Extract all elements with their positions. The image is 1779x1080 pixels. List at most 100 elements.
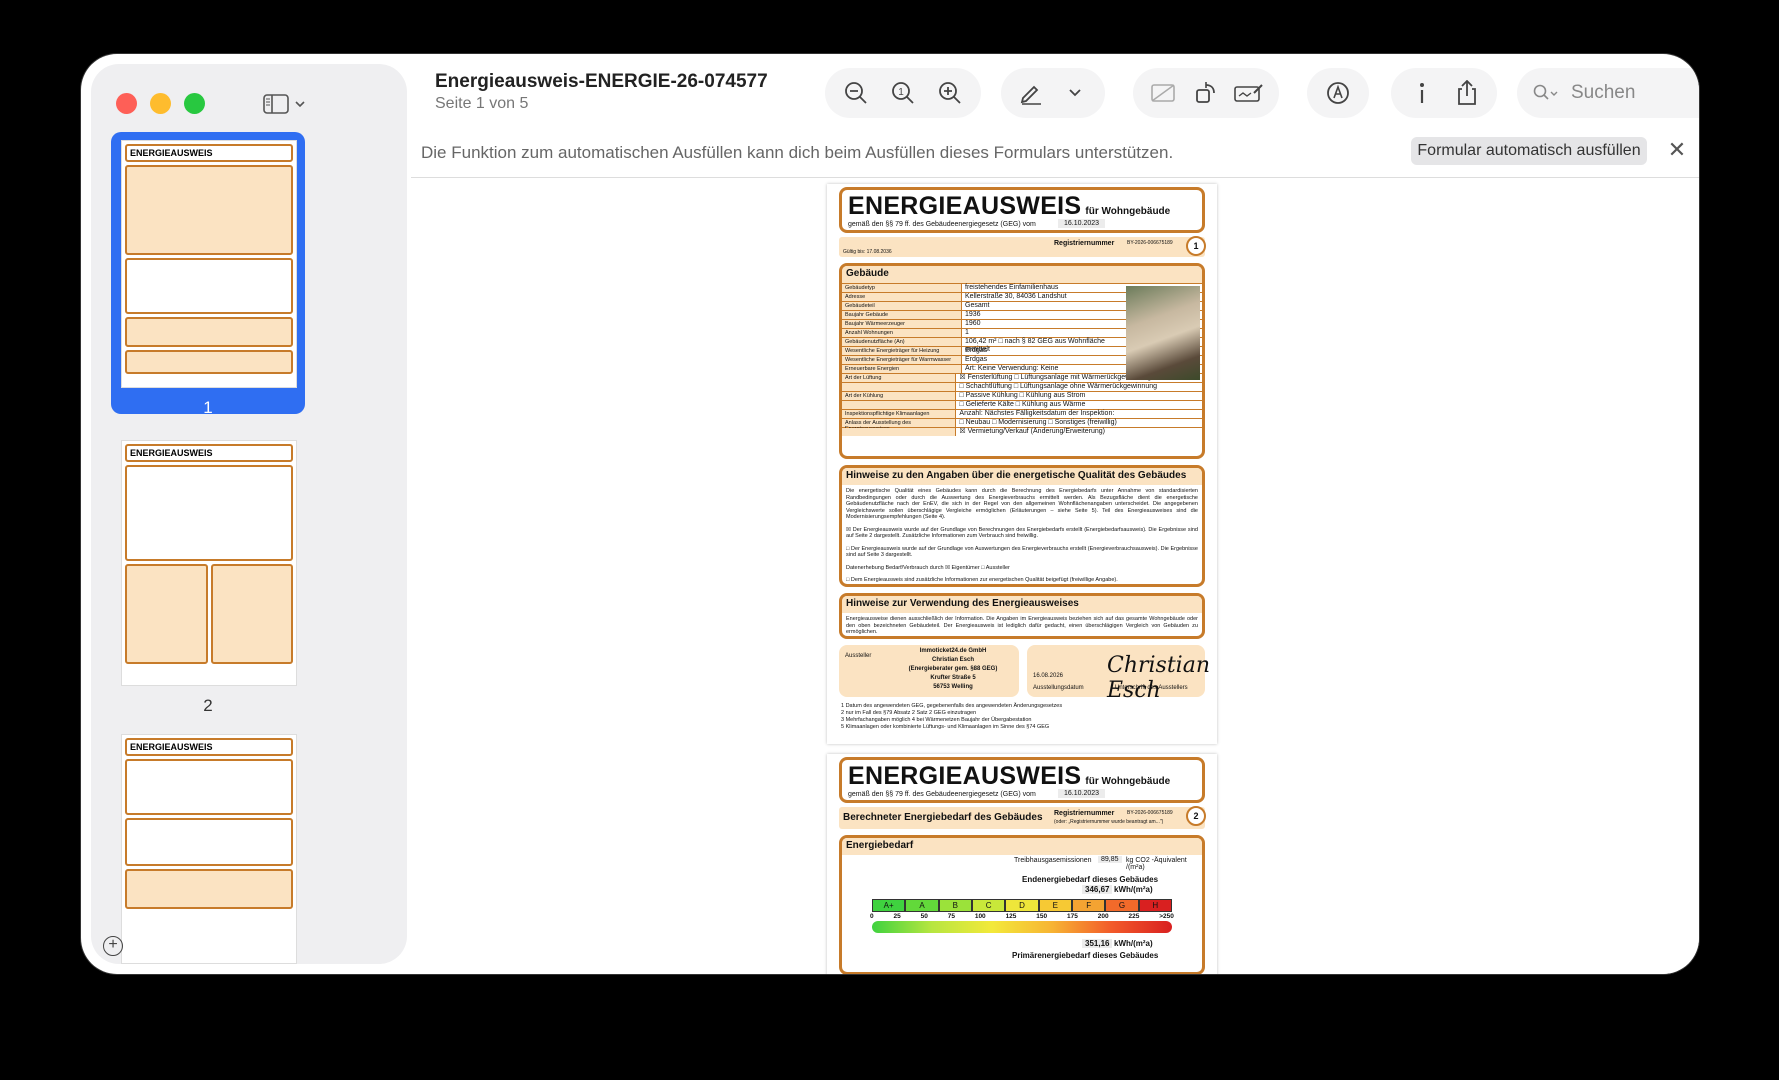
issuer-label: Aussteller: [845, 653, 872, 659]
page-header: ENERGIEAUSWEIS für Wohngebäude gemäß den …: [839, 757, 1205, 803]
minimize-window-button[interactable]: [150, 93, 171, 114]
thg-label: Treibhausgasemissionen: [1014, 857, 1092, 864]
verwendung-text: Energieausweise dienen ausschließlich de…: [846, 616, 1198, 635]
autofill-button[interactable]: Formular automatisch ausfüllen: [1411, 137, 1647, 165]
thumb-title: ENERGIEAUSWEIS: [125, 444, 293, 462]
building-row-value: 1936: [965, 311, 981, 318]
issue-date: 16.08.2026: [1032, 673, 1064, 679]
info-button[interactable]: [1402, 73, 1442, 113]
markup-button[interactable]: [1011, 73, 1051, 113]
hinweise-section: Hinweise zu den Angaben über die energet…: [839, 465, 1205, 587]
scale-gradient: [872, 921, 1172, 933]
registration-number: BY-2026-006675189: [1127, 810, 1173, 816]
page-number-badge: 2: [1186, 806, 1206, 826]
scale-tick-label: 125: [1005, 913, 1017, 920]
scale-tick-label: 225: [1128, 913, 1140, 920]
thumb-title: ENERGIEAUSWEIS: [125, 144, 293, 162]
document-view[interactable]: ENERGIEAUSWEIS für Wohngebäude gemäß den …: [411, 178, 1699, 974]
building-row: Art der Kühlung □ Passive Kühlung □ Kühlu…: [842, 391, 1202, 400]
scale-tick-label: 0: [870, 913, 874, 920]
end-energy-unit: kWh/(m²a): [1114, 885, 1153, 894]
building-row-label: Art der Kühlung: [842, 392, 957, 400]
zoom-in-icon: [938, 82, 961, 104]
building-row-value: Anzahl: Nächstes Fälligkeitsdatum der In…: [959, 410, 1115, 417]
building-row-value: □ Schachtlüftung □ Lüftungsanlage ohne W…: [959, 383, 1158, 390]
zoom-in-button[interactable]: [930, 73, 970, 113]
page-thumbnail-2[interactable]: ENERGIEAUSWEIS: [121, 440, 297, 686]
share-button[interactable]: [1447, 73, 1487, 113]
close-window-button[interactable]: [116, 93, 137, 114]
markup-menu-button[interactable]: [1055, 73, 1095, 113]
info-icon: [1419, 83, 1424, 103]
autofill-message: Die Funktion zum automatischen Ausfüllen…: [421, 143, 1174, 162]
thumb-block: [125, 759, 293, 815]
valid-until: Gültig bis: 17.08.2036: [843, 249, 892, 255]
registration-label: Registriernummer: [1054, 240, 1115, 247]
add-page-icon[interactable]: +: [103, 936, 123, 956]
building-row: Inspektionspflichtige Klimaanlagen Anzahl…: [842, 409, 1202, 418]
data-collection: Datenerhebung Bedarf/Verbrauch durch ☒ E…: [846, 564, 1010, 571]
building-row-label: [842, 401, 957, 409]
thumb-title: ENERGIEAUSWEIS: [125, 738, 293, 756]
adjust-color-button[interactable]: [1143, 73, 1183, 113]
actual-size-icon: 1: [892, 82, 914, 104]
energy-class-cell: C: [971, 899, 1006, 912]
scale-tick-label: 175: [1067, 913, 1078, 920]
building-row: □ Schachtlüftung □ Lüftungsanlage ohne W…: [842, 382, 1202, 391]
building-row-label: Baujahr Gebäude: [842, 311, 962, 319]
building-row-label: [842, 428, 957, 436]
building-row-label: Gebäudetyp: [842, 284, 962, 292]
energy-class-cell: B: [938, 899, 972, 912]
energy-class-cell: H: [1138, 899, 1172, 912]
issuer-line: Immoticket24.de GmbH: [919, 648, 987, 654]
class-scale: A+ A B C D E F G H: [872, 899, 1172, 912]
building-row: Anlass der Ausstellung des Energieauswei…: [842, 418, 1202, 432]
end-energy-label: Endenergiebedarf dieses Gebäudes: [1022, 875, 1159, 884]
energy-class-cell: D: [1005, 899, 1039, 912]
page-indicator: Seite 1 von 5: [435, 95, 529, 112]
annotate-button[interactable]: [1318, 73, 1358, 113]
rotate-icon: [1196, 82, 1215, 103]
signature-button[interactable]: [1229, 73, 1269, 113]
building-row-value: Kellerstraße 30, 84036 Landshut: [965, 293, 1067, 300]
building-row-label: Wesentliche Energieträger für Heizung: [842, 347, 962, 355]
markup-group: [1001, 68, 1105, 118]
zoom-group: 1: [825, 68, 981, 118]
thumb-block: [125, 350, 293, 374]
efficiency-scale: A+ A B C D E F G H 0 25 50 75 100 125 150 175 200 225 >250: [842, 899, 1202, 933]
search-field[interactable]: Suchen: [1517, 68, 1699, 118]
close-icon[interactable]: ✕: [1665, 138, 1689, 162]
actual-size-button[interactable]: 1: [883, 73, 923, 113]
building-row-value: 106,42 m² □ nach § 82 GEG aus Wohnfläche…: [965, 338, 1105, 353]
building-row-value: Erdgas: [965, 347, 988, 354]
footnote: 5 Klimaanlagen oder kombinierte Lüftungs…: [841, 724, 1050, 730]
building-row: □ Gelieferte Kälte □ Kühlung aus Wärme: [842, 400, 1202, 409]
thg-unit: kg CO2 -Äquivalent /(m²a): [1126, 857, 1187, 871]
zoom-window-button[interactable]: [184, 93, 205, 114]
page-thumbnail-3[interactable]: ENERGIEAUSWEIS: [121, 734, 297, 964]
section-title: Energiebedarf: [842, 838, 1202, 855]
zoom-out-button[interactable]: [836, 73, 876, 113]
footnotes: 1 Datum des angewendeten GEG, gegebenenf…: [841, 703, 1203, 731]
preview-window: ENERGIEAUSWEIS 1 ENERGIEAUSWEIS 2 ENERGI…: [81, 54, 1699, 974]
building-row-label: Baujahr Wärmeerzeuger: [842, 320, 962, 328]
section-title: Hinweise zur Verwendung des Energieauswe…: [842, 596, 1202, 613]
issuer-line: 56753 Welling: [933, 684, 973, 690]
issuer-address: Immoticket24.de GmbH Christian Esch (Ene…: [891, 647, 1015, 692]
share-group: [1391, 68, 1497, 118]
rotate-button[interactable]: [1186, 73, 1226, 113]
building-row-label: Anlass der Ausstellung des Energieauswei…: [842, 419, 957, 432]
image-adjust-icon: [1150, 84, 1175, 102]
thumb-block: [125, 165, 293, 255]
building-row-value: 1960: [965, 320, 981, 327]
law-date: 16.10.2023: [1058, 789, 1106, 798]
scale-tick-label: 75: [947, 913, 955, 920]
issuer-line: (Energieberater gem. §88 GEG): [908, 666, 998, 672]
energy-scale-area: Treibhausgasemissionen 89,85 kg CO2 -Äqu…: [842, 855, 1202, 972]
section-heading: Berechneter Energiebedarf des Gebäudes: [843, 812, 1043, 823]
svg-text:1: 1: [898, 87, 904, 98]
page-thumbnail-1[interactable]: ENERGIEAUSWEIS: [121, 140, 297, 388]
building-row-value: □ Passive Kühlung □ Kühlung aus Strom: [959, 392, 1086, 399]
scale-tick-label: 100: [974, 913, 986, 920]
sidebar-toggle-button[interactable]: [263, 91, 313, 117]
